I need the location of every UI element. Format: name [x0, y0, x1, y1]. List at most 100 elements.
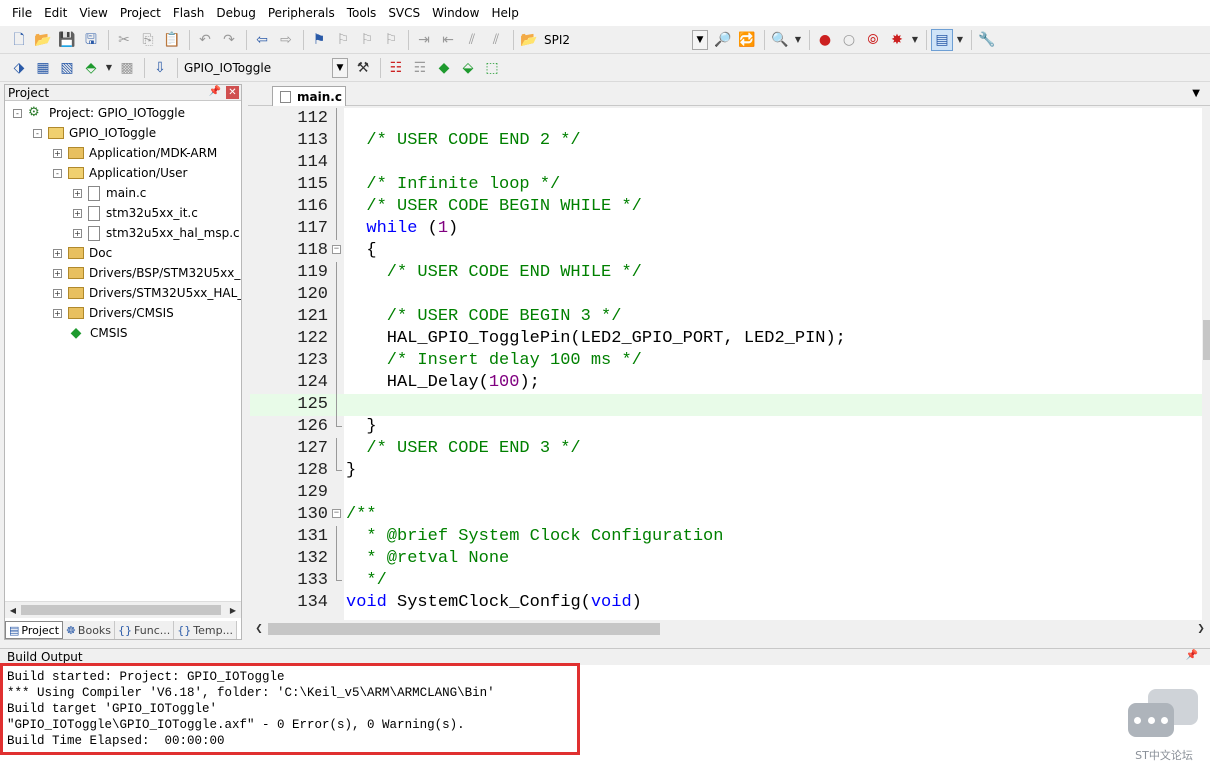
tab-books[interactable]: ☸ Books: [63, 621, 116, 639]
paste-icon[interactable]: 📋: [161, 29, 183, 51]
open-folder-icon[interactable]: 📂: [32, 29, 54, 51]
close-icon[interactable]: ✕: [226, 86, 239, 99]
chevron-down-icon[interactable]: ▼: [793, 29, 803, 51]
breakpoint-kill-all-icon[interactable]: ✸: [886, 29, 908, 51]
options-for-target-icon[interactable]: ⚒: [352, 57, 374, 79]
manage-project-items-icon[interactable]: ☷: [385, 57, 407, 79]
undo-icon[interactable]: ↶: [194, 29, 216, 51]
scroll-right-icon[interactable]: ❯: [1194, 621, 1208, 637]
software-packs-icon[interactable]: ⬚: [481, 57, 503, 79]
stop-build-icon[interactable]: ▩: [116, 57, 138, 79]
new-file-icon[interactable]: 🗋: [8, 29, 30, 51]
expand-icon[interactable]: +: [53, 148, 62, 158]
uncomment-icon[interactable]: ⫽: [485, 29, 507, 51]
breakpoint-disable-all-icon[interactable]: ⦾: [862, 29, 884, 51]
tree-item[interactable]: ◆ CMSIS: [53, 323, 128, 343]
menu-tools[interactable]: Tools: [341, 0, 383, 26]
save-all-icon[interactable]: 🖫: [80, 29, 102, 51]
find-in-files-icon[interactable]: 📂: [518, 29, 540, 51]
collapse-icon[interactable]: -: [53, 168, 62, 178]
navigate-back-icon[interactable]: ⇦: [251, 29, 273, 51]
scrollbar-thumb[interactable]: [1203, 320, 1210, 360]
tree-item[interactable]: + Drivers/STM32U5xx_HAL_Dri: [53, 283, 241, 303]
tree-item[interactable]: - ⚙ Project: GPIO_IOToggle: [13, 103, 185, 123]
menu-svcs[interactable]: SVCS: [382, 0, 426, 26]
scroll-left-icon[interactable]: ❮: [252, 621, 266, 637]
code-editor[interactable]: 112 113 /* USER CODE END 2 */114 115 /* In…: [250, 108, 1202, 620]
tree-item[interactable]: + Drivers/CMSIS: [53, 303, 174, 323]
pack-installer-icon[interactable]: ⬙: [457, 57, 479, 79]
save-icon[interactable]: 💾: [56, 29, 78, 51]
target-select[interactable]: GPIO_IOToggle: [182, 58, 332, 78]
tab-list-chevron-icon[interactable]: ▼: [1192, 88, 1200, 99]
tab-project[interactable]: ▤ Project: [5, 621, 64, 639]
project-horizontal-scrollbar[interactable]: ◀ ▶: [5, 601, 241, 618]
editor-horizontal-scrollbar[interactable]: ❮ ❯: [250, 620, 1210, 638]
tree-item[interactable]: + Application/MDK-ARM: [53, 143, 217, 163]
menu-flash[interactable]: Flash: [167, 0, 210, 26]
fold-toggle-icon[interactable]: −: [332, 245, 341, 254]
navigate-forward-icon[interactable]: ⇨: [275, 29, 297, 51]
unindent-icon[interactable]: ⇤: [437, 29, 459, 51]
scrollbar-thumb[interactable]: [21, 605, 221, 615]
cut-icon[interactable]: ✂: [113, 29, 135, 51]
expand-icon[interactable]: +: [73, 188, 82, 198]
build-icon[interactable]: ▦: [32, 57, 54, 79]
download-load-icon[interactable]: ⇩: [149, 57, 171, 79]
find-combo[interactable]: SPI2: [542, 30, 692, 50]
configuration-wrench-icon[interactable]: 🔧: [976, 29, 998, 51]
chevron-down-icon[interactable]: ▼: [104, 57, 114, 79]
manage-run-time-environment-icon[interactable]: ◆: [433, 57, 455, 79]
tree-item[interactable]: + stm32u5xx_it.c: [73, 203, 198, 223]
comment-icon[interactable]: ⫽: [461, 29, 483, 51]
expand-icon[interactable]: +: [73, 208, 82, 218]
menu-help[interactable]: Help: [485, 0, 524, 26]
menu-file[interactable]: File: [6, 0, 38, 26]
menu-window[interactable]: Window: [426, 0, 485, 26]
scroll-left-icon[interactable]: ◀: [6, 603, 20, 617]
scrollbar-thumb[interactable]: [268, 623, 660, 635]
breakpoint-insert-icon[interactable]: ●: [814, 29, 836, 51]
expand-icon[interactable]: +: [53, 308, 62, 318]
indent-icon[interactable]: ⇥: [413, 29, 435, 51]
expand-icon[interactable]: +: [73, 228, 82, 238]
incremental-find-icon[interactable]: 🔁: [736, 29, 758, 51]
pin-icon[interactable]: 📌: [209, 86, 221, 97]
menu-edit[interactable]: Edit: [38, 0, 73, 26]
tab-temp[interactable]: {} Temp...: [174, 621, 238, 639]
translate-icon[interactable]: ⬗: [8, 57, 30, 79]
find-combo-dropdown[interactable]: ▼: [692, 29, 708, 50]
bookmark-prev-icon[interactable]: ⚐: [332, 29, 354, 51]
window-layout-icon[interactable]: ▤: [931, 28, 953, 51]
copy-icon[interactable]: ⎘: [137, 29, 159, 51]
rebuild-icon[interactable]: ▧: [56, 57, 78, 79]
bookmark-next-icon[interactable]: ⚐: [356, 29, 378, 51]
tree-item[interactable]: - GPIO_IOToggle: [33, 123, 156, 143]
menu-peripherals[interactable]: Peripherals: [262, 0, 341, 26]
debug-start-icon[interactable]: 🔍: [769, 29, 791, 51]
tree-item[interactable]: + Drivers/BSP/STM32U5xx_Nuc: [53, 263, 241, 283]
expand-icon[interactable]: +: [53, 268, 62, 278]
editor-vertical-scrollbar[interactable]: [1202, 108, 1210, 620]
target-select-dropdown[interactable]: ▼: [332, 57, 348, 78]
chevron-down-icon[interactable]: ▼: [955, 29, 965, 51]
bookmark-toggle-icon[interactable]: ⚑: [308, 29, 330, 51]
collapse-icon[interactable]: -: [13, 108, 22, 118]
tree-item[interactable]: - Application/User: [53, 163, 187, 183]
chevron-down-icon[interactable]: ▼: [910, 29, 920, 51]
expand-icon[interactable]: +: [53, 248, 62, 258]
scroll-right-icon[interactable]: ▶: [226, 603, 240, 617]
tab-main-c[interactable]: main.c: [272, 86, 346, 106]
fold-toggle-icon[interactable]: −: [332, 509, 341, 518]
pin-icon[interactable]: 📌: [1186, 650, 1198, 661]
tree-item[interactable]: + stm32u5xx_hal_msp.c: [73, 223, 240, 243]
bookmark-clear-icon[interactable]: ⚐: [380, 29, 402, 51]
collapse-icon[interactable]: -: [33, 128, 42, 138]
expand-icon[interactable]: +: [53, 288, 62, 298]
menu-debug[interactable]: Debug: [210, 0, 261, 26]
find-icon[interactable]: 🔎: [712, 29, 734, 51]
tree-item[interactable]: + Doc: [53, 243, 112, 263]
tree-item[interactable]: + main.c: [73, 183, 146, 203]
batch-build-icon[interactable]: ⬘: [80, 57, 102, 79]
select-packs-icon[interactable]: ☶: [409, 57, 431, 79]
